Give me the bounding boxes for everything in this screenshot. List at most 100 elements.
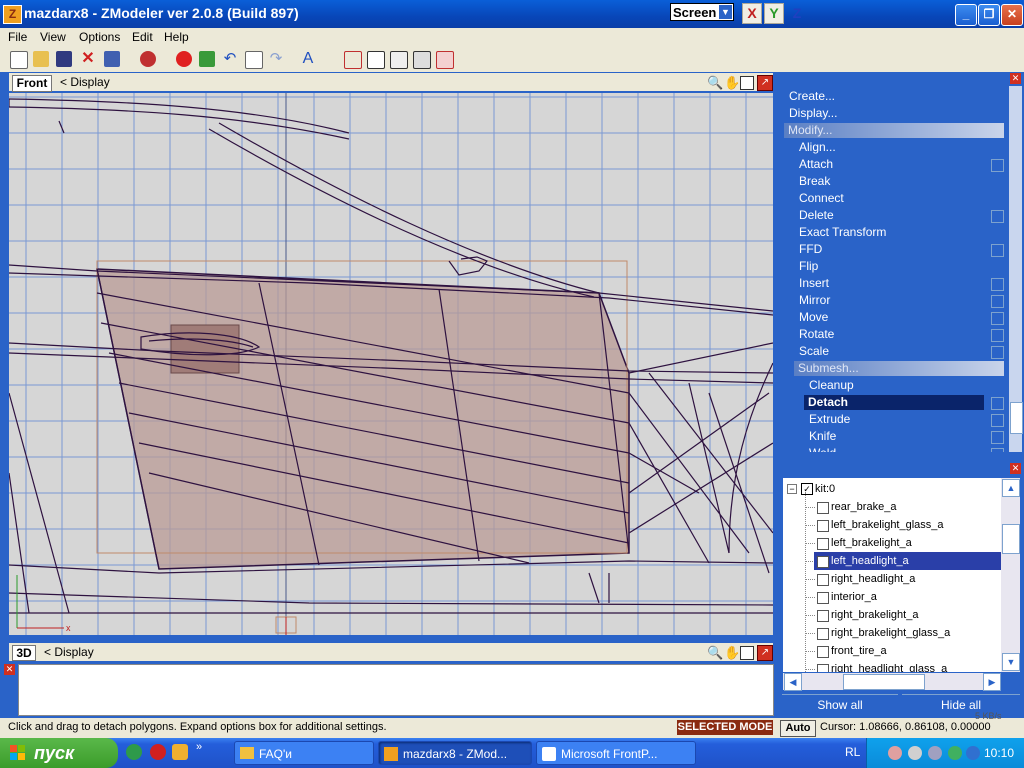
redo-icon[interactable]: ↷: [268, 51, 284, 67]
cube-icon[interactable]: [367, 51, 385, 69]
command-align[interactable]: Align...: [799, 140, 836, 154]
open-folder-icon[interactable]: [33, 51, 49, 67]
show-all-button[interactable]: Show all: [782, 694, 898, 715]
tree-item[interactable]: front_tire_a: [831, 642, 887, 660]
command-move[interactable]: Move: [799, 310, 828, 324]
maximize-viewport-icon[interactable]: [740, 76, 754, 90]
pan-hand-icon[interactable]: ✋: [724, 645, 740, 661]
tree-item-checkbox[interactable]: [817, 520, 829, 532]
start-button[interactable]: пуск: [0, 738, 118, 768]
pan-hand-icon[interactable]: ✋: [724, 75, 740, 91]
tree-item[interactable]: left_brakelight_a: [831, 534, 912, 552]
command-scrollbar[interactable]: [1009, 86, 1023, 452]
menu-edit[interactable]: Edit: [132, 30, 153, 44]
cube-faces-icon[interactable]: [390, 51, 408, 69]
tree-item-checkbox[interactable]: [817, 646, 829, 658]
command-mirror[interactable]: Mirror: [799, 293, 830, 307]
command-options-checkbox[interactable]: [991, 210, 1004, 223]
command-display[interactable]: Display...: [789, 106, 837, 120]
tree-item-checkbox[interactable]: [817, 628, 829, 640]
axis-y-button[interactable]: Y: [764, 3, 784, 24]
cube-solid-icon[interactable]: [413, 51, 431, 69]
tree-item-checkbox[interactable]: [817, 592, 829, 604]
record-icon[interactable]: [176, 51, 192, 67]
command-knife[interactable]: Knife: [809, 429, 836, 443]
tree-item-checkbox[interactable]: [817, 556, 829, 568]
axis-z-button[interactable]: Z: [787, 3, 807, 24]
command-options-checkbox[interactable]: [991, 244, 1004, 257]
viewport3d-view-tab[interactable]: 3D: [12, 645, 36, 661]
menu-help[interactable]: Help: [164, 30, 189, 44]
menu-options[interactable]: Options: [79, 30, 120, 44]
tray-icon-2[interactable]: [908, 746, 922, 760]
notes-icon[interactable]: [245, 51, 263, 69]
image-icon[interactable]: [199, 51, 215, 67]
tree-item[interactable]: right_headlight_glass_a: [831, 660, 947, 672]
command-attach[interactable]: Attach: [799, 157, 833, 171]
close-console-icon[interactable]: ✕: [4, 664, 15, 675]
command-options-checkbox[interactable]: [991, 159, 1004, 172]
close-button[interactable]: ✕: [1001, 4, 1023, 26]
maximize-button[interactable]: ❐: [978, 4, 1000, 26]
tree-item[interactable]: rear_brake_a: [831, 498, 896, 516]
font-icon[interactable]: A: [300, 51, 316, 67]
tree-item-checkbox[interactable]: [817, 610, 829, 622]
tray-icon-3[interactable]: [928, 746, 942, 760]
auto-button[interactable]: Auto: [780, 720, 816, 737]
minimize-button[interactable]: _: [955, 4, 977, 26]
command-insert[interactable]: Insert: [799, 276, 829, 290]
tree-vertical-scrollbar[interactable]: ▲ ▼: [1001, 478, 1020, 672]
hide-all-button[interactable]: Hide all: [902, 694, 1020, 715]
command-options-checkbox[interactable]: [991, 295, 1004, 308]
viewport-display-menu[interactable]: < Display: [60, 75, 110, 89]
tree-item[interactable]: left_headlight_a: [814, 552, 1001, 570]
save-icon[interactable]: [56, 51, 72, 67]
command-scale[interactable]: Scale: [799, 344, 829, 358]
command-extrude[interactable]: Extrude: [809, 412, 850, 426]
menu-view[interactable]: View: [40, 30, 66, 44]
quicklaunch-opera-icon[interactable]: [150, 744, 166, 760]
command-cleanup[interactable]: Cleanup: [809, 378, 854, 392]
command-modify[interactable]: Modify...: [784, 123, 1004, 138]
tree-item-checkbox[interactable]: [817, 574, 829, 586]
command-options-checkbox[interactable]: [991, 397, 1004, 410]
close-panel-icon[interactable]: ✕: [1010, 73, 1021, 84]
tree-item-checkbox[interactable]: [817, 664, 829, 672]
rotate-view-icon[interactable]: ↗: [757, 75, 773, 91]
tray-icon-5[interactable]: [966, 746, 980, 760]
command-options-checkbox[interactable]: [991, 278, 1004, 291]
quicklaunch-clock-icon[interactable]: [172, 744, 188, 760]
viewport3d-display-menu[interactable]: < Display: [44, 645, 94, 659]
front-viewport-canvas[interactable]: x: [9, 93, 773, 635]
tree-root-label[interactable]: kit:0: [815, 480, 835, 498]
quicklaunch-more-icon[interactable]: »: [196, 741, 202, 753]
new-file-icon[interactable]: [10, 51, 28, 69]
axis-x-button[interactable]: X: [742, 3, 762, 24]
tree-item[interactable]: left_brakelight_glass_a: [831, 516, 944, 534]
command-connect[interactable]: Connect: [799, 191, 844, 205]
delete-icon[interactable]: ✕: [80, 51, 96, 67]
tray-icon-1[interactable]: [888, 746, 902, 760]
command-options-checkbox[interactable]: [991, 312, 1004, 325]
tree-item[interactable]: right_brakelight_glass_a: [831, 624, 950, 642]
close-tree-icon[interactable]: ✕: [1010, 463, 1021, 474]
coord-system-select[interactable]: Screen ▼: [670, 3, 734, 21]
tree-item-checkbox[interactable]: [817, 538, 829, 550]
import-icon[interactable]: [104, 51, 120, 67]
command-exact-transform[interactable]: Exact Transform: [799, 225, 886, 239]
command-create[interactable]: Create...: [789, 89, 835, 103]
language-indicator[interactable]: RL: [845, 745, 860, 759]
root-checkbox[interactable]: ✓: [801, 483, 813, 495]
quicklaunch-browser-icon[interactable]: [126, 744, 142, 760]
command-options-checkbox[interactable]: [991, 414, 1004, 427]
tree-horizontal-scrollbar[interactable]: ◀ ▶: [783, 673, 1001, 691]
zoom-icon[interactable]: 🔍: [707, 645, 723, 661]
command-delete[interactable]: Delete: [799, 208, 834, 222]
command-flip[interactable]: Flip: [799, 259, 818, 273]
maximize-viewport-icon[interactable]: [740, 646, 754, 660]
vertex-icon[interactable]: [344, 51, 362, 69]
tree-item[interactable]: interior_a: [831, 588, 877, 606]
command-break[interactable]: Break: [799, 174, 830, 188]
command-weld[interactable]: Weld: [809, 446, 836, 452]
command-detach[interactable]: Detach: [804, 395, 984, 410]
